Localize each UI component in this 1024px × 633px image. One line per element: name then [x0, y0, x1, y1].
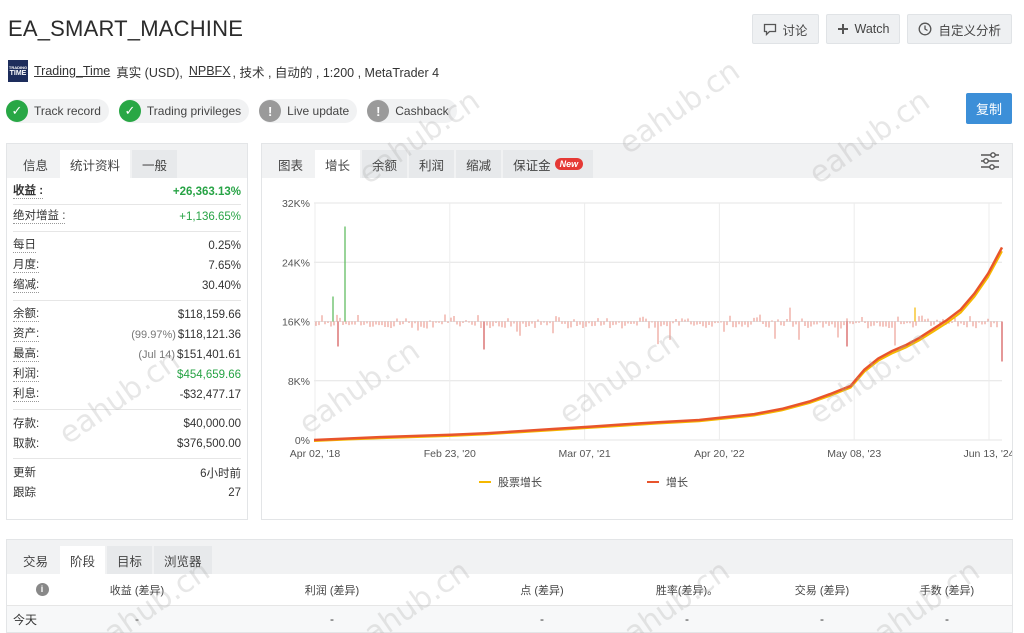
badge-trading-privileges[interactable]: ✓ Trading privileges: [118, 99, 250, 123]
tab-browser[interactable]: 浏览器: [154, 546, 212, 574]
tab-growth[interactable]: 增长: [315, 150, 361, 178]
periods-panel: 交易 阶段 目标 浏览器 i 收益 (差异) 利润 (差异) 点 (差异) 胜率…: [6, 539, 1013, 633]
verification-badges: ✓ Track record ✓ Trading privileges ! Live …: [6, 99, 457, 123]
stat-interest: 利息: -$32,477.17: [13, 388, 241, 402]
broker-logo: TRADING TIME: [8, 60, 28, 82]
stat-profit: 利润: $454,659.66: [13, 368, 241, 382]
info-tabs: 信息 统计资料 一般: [7, 144, 247, 178]
col-trades[interactable]: 交易 (差异): [757, 582, 887, 598]
x-tick-label: Jun 13, '24: [963, 448, 1012, 460]
stat-updated: 更新 6小时前: [13, 466, 241, 481]
col-profit[interactable]: 利润 (差异): [197, 582, 467, 598]
check-icon: ✓: [6, 100, 28, 122]
tab-trades[interactable]: 交易: [13, 546, 58, 574]
stat-highest: 最高: (Jul 14) $151,401.61: [13, 348, 241, 362]
plus-icon: [837, 24, 848, 34]
y-tick-label: 0%: [295, 435, 310, 447]
chart-tabs: 图表 增长 余额 利润 缩减 保证金 New: [262, 144, 1012, 178]
clock-icon: [919, 22, 932, 36]
stat-withdrawals: 取款: $376,500.00: [13, 437, 241, 451]
page-title: EA_SMART_MACHINE: [8, 16, 244, 41]
equity-growth-line: [313, 250, 1003, 442]
x-tick-label: Feb 23, '20: [424, 448, 476, 460]
tab-info[interactable]: 信息: [13, 150, 58, 178]
col-pips[interactable]: 点 (差异): [467, 582, 617, 598]
stats-list: 收益 : +26,363.13% 绝对增益 : +1,136.65% 每日 0.25%…: [7, 178, 247, 503]
watch-button[interactable]: Watch: [825, 14, 901, 44]
stat-daily: 每日 0.25%: [13, 239, 241, 253]
y-tick-label: 16K%: [282, 317, 310, 329]
stat-equity: 资产: (99.97%) $118,121.36: [13, 328, 241, 342]
tab-general[interactable]: 一般: [132, 150, 178, 178]
copy-button[interactable]: 复制: [966, 93, 1012, 124]
account-link[interactable]: Trading_Time: [34, 64, 110, 78]
account-meta: TRADING TIME Trading_Time 真实 (USD), NPBF…: [8, 60, 439, 82]
badge-track-record[interactable]: ✓ Track record: [6, 99, 109, 123]
info-icon[interactable]: i: [7, 583, 77, 596]
top-actions: 讨论 Watch 自定义分析: [751, 14, 1012, 44]
comment-icon: [763, 23, 776, 36]
y-tick-label: 24K%: [282, 257, 310, 269]
stat-tracking: 跟踪 27: [13, 486, 241, 500]
tab-periods[interactable]: 阶段: [60, 546, 106, 574]
growth-chart[interactable]: 0% 8K% 16K% 24K% 32K% Apr 02, '18 Feb 23, '20 M…: [262, 178, 1012, 519]
broker-link[interactable]: NPBFX: [189, 64, 231, 78]
col-gain[interactable]: 收益 (差异): [77, 582, 197, 598]
bottom-tabs: 交易 阶段 目标 浏览器: [7, 540, 1012, 574]
stat-absolute-gain: 绝对增益 : +1,136.65%: [13, 210, 241, 224]
stat-deposits: 存款: $40,000.00: [13, 417, 241, 431]
badge-cashback[interactable]: ! Cashback: [367, 99, 457, 123]
x-tick-label: Mar 07, '21: [558, 448, 610, 460]
stat-balance: 余额: $118,159.66: [13, 308, 241, 322]
discuss-button[interactable]: 讨论: [751, 14, 819, 44]
check-icon: ✓: [118, 100, 141, 122]
x-tick-label: May 08, '23: [827, 448, 881, 460]
settings-sliders-icon[interactable]: [980, 152, 1000, 170]
stat-drawdown: 缩减: 30.40%: [13, 279, 241, 293]
table-row: 今天 - - - - - -: [7, 606, 1012, 632]
new-badge: New: [554, 158, 584, 170]
stat-monthly: 月度: 7.65%: [13, 259, 241, 273]
x-tick-label: Apr 20, '22: [694, 448, 745, 460]
tab-margin[interactable]: 保证金 New: [503, 150, 594, 178]
legend-label-equity: 股票增长: [498, 475, 542, 489]
stat-gain: 收益 : +26,363.13%: [13, 185, 241, 199]
tab-goals[interactable]: 目标: [107, 546, 153, 574]
badge-live-update[interactable]: ! Live update: [259, 99, 358, 123]
y-tick-label: 32K%: [282, 198, 310, 210]
legend-label-growth: 增长: [666, 475, 688, 489]
custom-analysis-button[interactable]: 自定义分析: [907, 14, 1012, 44]
tab-statistics[interactable]: 统计资料: [60, 150, 131, 178]
account-type: 真实 (USD),: [116, 65, 183, 80]
exclamation-icon: !: [259, 100, 282, 122]
chart-tabs-label: 图表: [278, 158, 304, 173]
y-tick-label: 8K%: [288, 376, 310, 388]
info-panel: 信息 统计资料 一般 收益 : +26,363.13% 绝对增益 : +1,136.…: [6, 143, 248, 520]
x-tick-label: Apr 02, '18: [290, 448, 341, 460]
col-lots[interactable]: 手数 (差异): [887, 582, 1007, 598]
watch-label: Watch: [854, 22, 890, 36]
tab-balance[interactable]: 余额: [362, 150, 408, 178]
table-header: i 收益 (差异) 利润 (差异) 点 (差异) 胜率(差异)。 交易 (差异)…: [7, 574, 1012, 606]
row-label: 今天: [13, 612, 38, 627]
tab-profit[interactable]: 利润: [409, 150, 455, 178]
col-winrate[interactable]: 胜率(差异)。: [617, 582, 757, 598]
account-details: , 技术 , 自动的 , 1:200 , MetaTrader 4: [232, 65, 440, 80]
chart-panel: 图表 增长 余额 利润 缩减 保证金 New 0% 8K% 16K% 24K% 32K% A…: [261, 143, 1013, 520]
exclamation-icon: !: [367, 100, 390, 122]
tab-drawdown[interactable]: 缩减: [456, 150, 502, 178]
custom-analysis-label: 自定义分析: [938, 23, 1001, 38]
discuss-label: 讨论: [782, 23, 808, 38]
